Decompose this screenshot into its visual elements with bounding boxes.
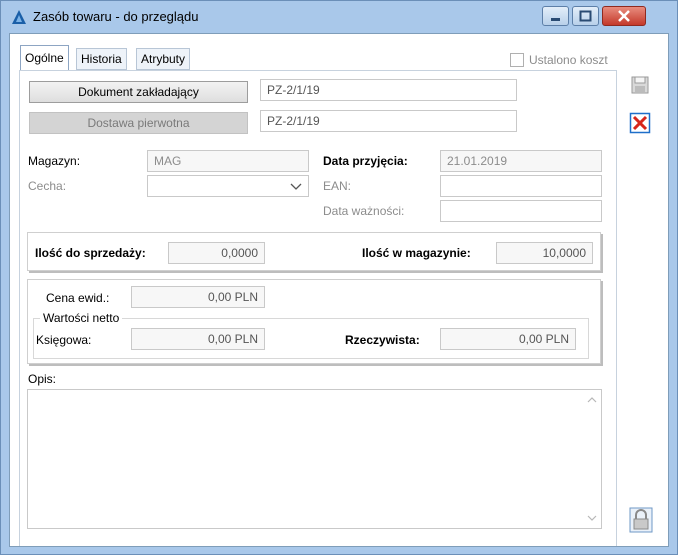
wartosci-netto-title: Wartości netto (40, 311, 123, 325)
save-icon (631, 76, 649, 94)
client-area: Ogólne Historia Atrybuty Ustalono koszt (9, 33, 669, 547)
save-button[interactable] (629, 74, 651, 96)
cancel-icon (629, 112, 651, 134)
opis-scrollbar[interactable] (583, 390, 601, 528)
cecha-label: Cecha: (28, 179, 67, 193)
close-icon (618, 10, 630, 22)
ean-field[interactable] (440, 175, 602, 197)
magazyn-label: Magazyn: (28, 154, 81, 168)
tab-ogolne[interactable]: Ogólne (20, 45, 69, 71)
tab-atrybuty[interactable]: Atrybuty (136, 48, 191, 70)
opis-label: Opis: (28, 372, 57, 386)
lock-icon (629, 507, 653, 533)
tab-historia[interactable]: Historia (76, 48, 127, 70)
cancel-button[interactable] (629, 112, 651, 134)
dokument-field[interactable]: PZ-2/1/19 (260, 79, 517, 101)
maximize-icon (579, 10, 592, 22)
window-title: Zasób towaru - do przeglądu (33, 9, 199, 24)
lock-button[interactable] (629, 507, 653, 533)
rzeczywista-label: Rzeczywista: (345, 333, 420, 347)
cecha-select[interactable] (147, 175, 309, 197)
ilosc-do-sprzedazy-field[interactable]: 0,0000 (168, 242, 265, 264)
ilosc-do-sprzedazy-label: Ilość do sprzedaży: (35, 246, 146, 260)
magazyn-field[interactable]: MAG (147, 150, 309, 172)
ksiegowa-label: Księgowa: (36, 333, 92, 347)
minimize-icon (551, 18, 560, 21)
data-waznosci-label: Data ważności: (323, 204, 405, 218)
ean-label: EAN: (323, 179, 352, 193)
dokument-zakladajacy-button[interactable]: Dokument zakładający (29, 81, 248, 103)
data-waznosci-field[interactable] (440, 200, 602, 222)
minimize-button[interactable] (542, 6, 569, 26)
ustalono-koszt-label: Ustalono koszt (529, 53, 608, 67)
opis-textarea[interactable] (27, 389, 602, 529)
ksiegowa-field[interactable]: 0,00 PLN (131, 328, 265, 350)
title-bar: Zasób towaru - do przeglądu (1, 1, 677, 31)
ilosc-w-magazynie-field[interactable]: 10,0000 (496, 242, 593, 264)
cena-ewid-label: Cena ewid.: (46, 291, 110, 305)
window-frame: Zasób towaru - do przeglądu Ogólne Histo… (0, 0, 678, 555)
scroll-arrows-icon (587, 397, 597, 521)
maximize-button[interactable] (572, 6, 599, 26)
close-button[interactable] (602, 6, 646, 26)
rzeczywista-field[interactable]: 0,00 PLN (440, 328, 576, 350)
app-logo-icon (12, 10, 26, 24)
ilosc-w-magazynie-label: Ilość w magazynie: (362, 246, 471, 260)
data-przyjecia-label: Data przyjęcia: (323, 154, 408, 168)
dostawa-field[interactable]: PZ-2/1/19 (260, 110, 517, 132)
data-przyjecia-field[interactable]: 21.01.2019 (440, 150, 602, 172)
dostawa-pierwotna-button[interactable]: Dostawa pierwotna (29, 112, 248, 134)
cena-ewid-field[interactable]: 0,00 PLN (131, 286, 265, 308)
chevron-down-icon (290, 183, 302, 190)
ustalono-koszt-checkbox[interactable] (510, 53, 524, 67)
